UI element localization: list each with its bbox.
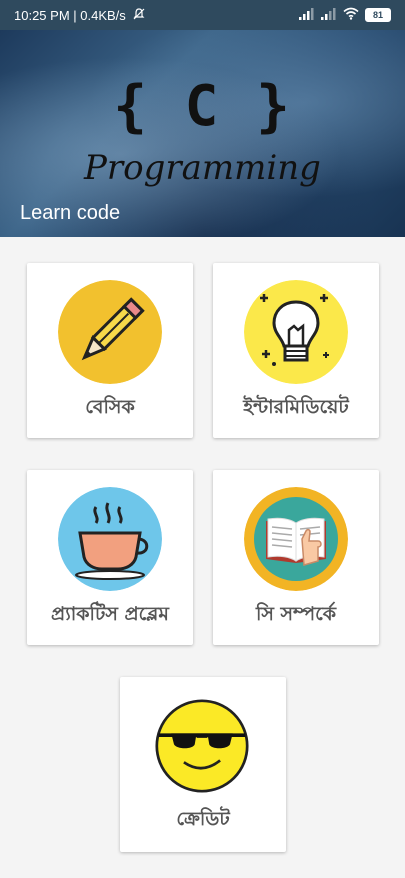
card-label-about-c: সি সম্পর্কে (255, 603, 337, 625)
card-intermediate[interactable]: ইন্টারমিডিয়েট (213, 263, 379, 438)
hero-brace-logo: { C } (113, 74, 292, 139)
battery-icon: 81 (365, 8, 391, 22)
card-label-credit: ক্রেডিট (176, 808, 230, 830)
lightbulb-icon (244, 280, 348, 384)
hero-banner: { C } Programming Learn code (0, 30, 405, 237)
sunglasses-smiley-icon (155, 699, 249, 793)
card-credit[interactable]: ক্রেডিট (120, 677, 286, 852)
status-right: 81 (299, 7, 391, 23)
hero-title: Programming (84, 148, 321, 188)
card-about-c[interactable]: সি সম্পর্কে (213, 470, 379, 645)
coffee-cup-icon (58, 487, 162, 591)
card-label-basic: বেসিক (85, 396, 135, 418)
pencil-icon (58, 280, 162, 384)
book-icon (244, 487, 348, 591)
card-practice-problem[interactable]: প্র্যাকটিস প্রব্লেম (27, 470, 193, 645)
card-basic[interactable]: বেসিক (27, 263, 193, 438)
signal-icon (321, 7, 337, 23)
wifi-icon (343, 7, 359, 23)
card-label-practice-problem: প্র্যাকটিস প্রব্লেম (51, 603, 169, 625)
status-left: 10:25 PM | 0.4KB/s (14, 7, 146, 24)
mute-bell-icon (132, 7, 146, 24)
status-time-speed: 10:25 PM | 0.4KB/s (14, 7, 126, 23)
signal-icon (299, 7, 315, 23)
status-bar: 10:25 PM | 0.4KB/s 81 (0, 0, 405, 30)
hero-tagline: Learn code (20, 202, 121, 224)
card-label-intermediate: ইন্টারমিডিয়েট (243, 396, 349, 418)
